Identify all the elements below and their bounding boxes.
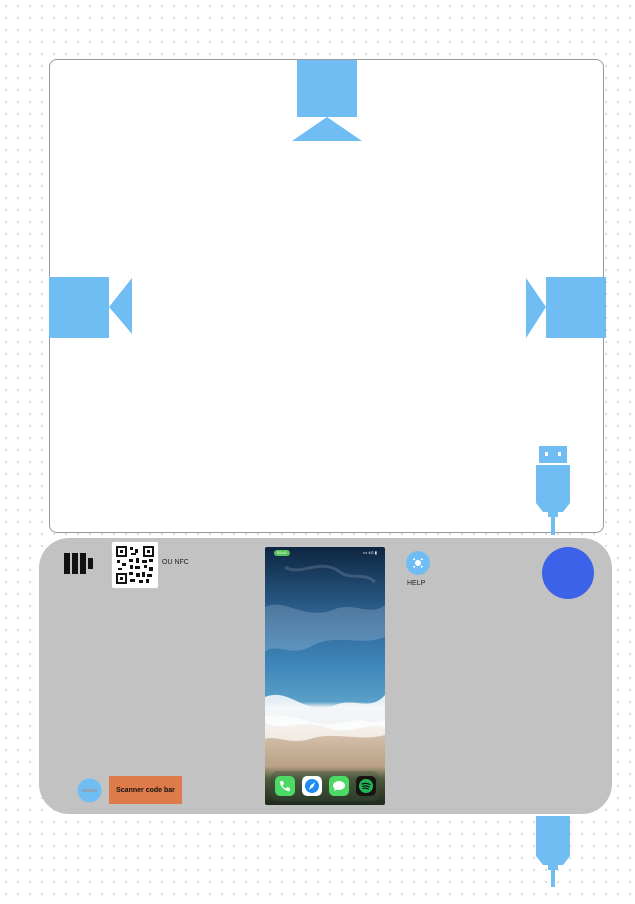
action-round-button[interactable] bbox=[542, 547, 594, 599]
spotify-app-icon[interactable] bbox=[355, 776, 376, 796]
camera-left-icon bbox=[49, 277, 132, 338]
safari-app-icon[interactable] bbox=[301, 776, 322, 796]
usb-plug-top-icon bbox=[536, 446, 570, 535]
scanner-code-bar-button[interactable]: Scanner code bar bbox=[109, 776, 182, 804]
messages-app-icon[interactable] bbox=[328, 776, 349, 796]
camera-right-icon bbox=[526, 277, 606, 338]
phone-app-icon[interactable] bbox=[274, 776, 295, 796]
usb-plug-bottom-icon bbox=[536, 816, 570, 887]
qr-nfc-label: OU NFC bbox=[162, 559, 189, 566]
phone-dock bbox=[271, 771, 379, 801]
help-label: HELP bbox=[407, 580, 426, 587]
phone-status-time: 09:41 bbox=[274, 550, 291, 556]
minus-icon[interactable] bbox=[77, 778, 102, 803]
phone-screen[interactable]: 09:41 ••• 4G ▮ bbox=[265, 547, 385, 805]
qr-code-icon[interactable] bbox=[111, 541, 159, 589]
battery-icon bbox=[64, 553, 93, 574]
phone-status-indicators: ••• 4G ▮ bbox=[363, 550, 377, 555]
camera-top-icon bbox=[292, 60, 362, 141]
help-icon[interactable] bbox=[405, 550, 431, 576]
